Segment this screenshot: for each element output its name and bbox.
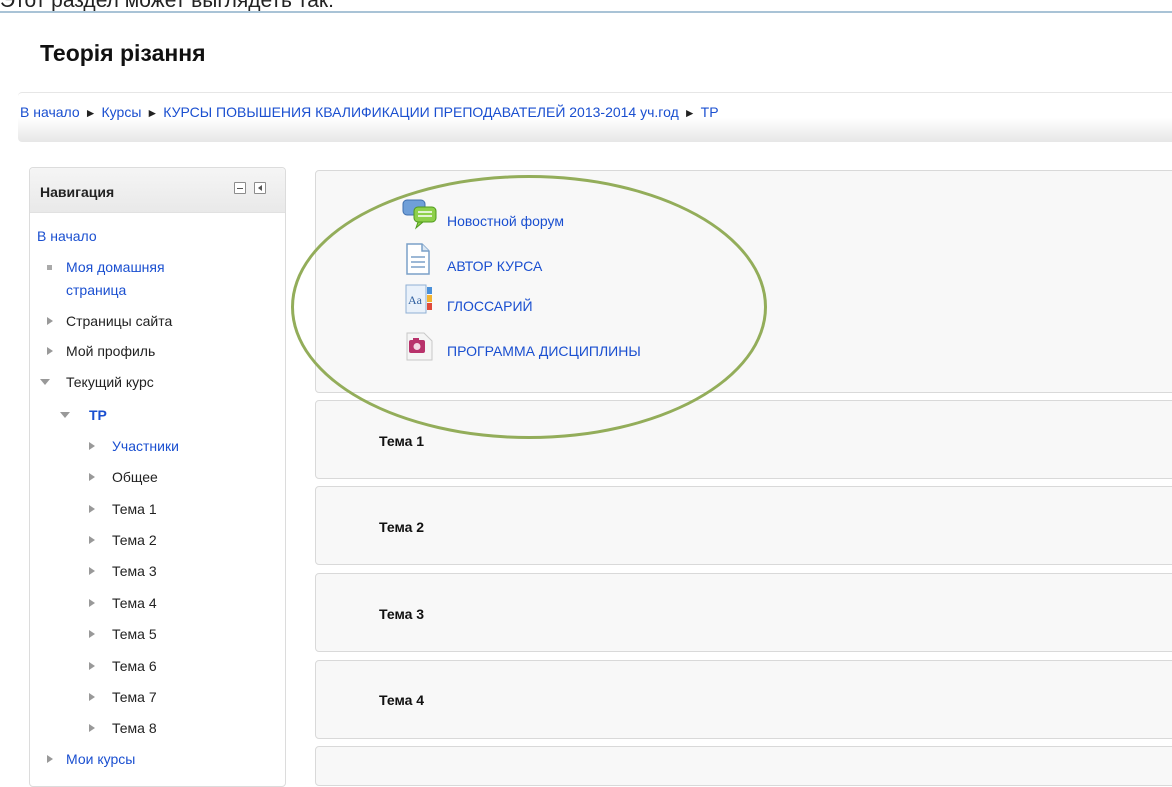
activity-news-forum[interactable]: Новостной форум — [447, 213, 564, 229]
breadcrumb-home[interactable]: В начало — [20, 104, 80, 120]
section-topic-2 — [315, 486, 1172, 565]
nav-topic-6[interactable]: Тема 6 — [112, 657, 157, 675]
nav-general[interactable]: Общее — [112, 468, 158, 486]
section-topic-1 — [315, 400, 1172, 479]
minimize-icon[interactable] — [234, 182, 246, 194]
nav-topic-7[interactable]: Тема 7 — [112, 688, 157, 706]
dock-icon[interactable] — [254, 182, 266, 194]
breadcrumb-category[interactable]: КУРСЫ ПОВЫШЕНИЯ КВАЛИФИКАЦИИ ПРЕПОДАВАТЕ… — [163, 104, 678, 120]
section-title-4: Тема 4 — [379, 692, 425, 708]
nav-site-pages[interactable]: Страницы сайта — [66, 312, 172, 330]
nav-my-home-line2[interactable]: страница — [66, 281, 126, 299]
nav-my-home[interactable]: Моя домашняя — [66, 258, 165, 276]
nav-course-tr[interactable]: ТР — [89, 406, 107, 424]
breadcrumb-separator: ► — [146, 106, 159, 120]
expand-icon[interactable] — [89, 662, 95, 670]
expand-icon[interactable] — [89, 630, 95, 638]
page-icon — [406, 243, 430, 275]
section-title-1: Тема 1 — [379, 433, 425, 449]
nav-my-courses[interactable]: Мои курсы — [66, 750, 135, 768]
expand-icon[interactable] — [89, 505, 95, 513]
nav-my-profile[interactable]: Мой профиль — [66, 342, 155, 360]
section-general — [315, 170, 1172, 393]
caption-divider — [0, 11, 1172, 13]
nav-topic-3[interactable]: Тема 3 — [112, 562, 157, 580]
nav-topic-8[interactable]: Тема 8 — [112, 719, 157, 737]
glossary-icon: Aa — [405, 284, 432, 314]
navigation-header: Навигация — [30, 168, 285, 213]
section-title-2: Тема 2 — [379, 519, 425, 535]
collapse-icon[interactable] — [60, 412, 70, 418]
expand-icon[interactable] — [89, 599, 95, 607]
collapse-icon[interactable] — [40, 379, 50, 385]
breadcrumb-course[interactable]: ТР — [701, 104, 719, 120]
breadcrumb-separator: ► — [683, 106, 696, 120]
breadcrumb-separator: ► — [84, 106, 97, 120]
nav-topic-4[interactable]: Тема 4 — [112, 594, 157, 612]
section-topic-5 — [315, 746, 1172, 786]
expand-icon[interactable] — [47, 755, 53, 763]
nav-participants[interactable]: Участники — [112, 437, 179, 455]
svg-text:Aa: Aa — [408, 293, 423, 307]
page-title: Теорія різання — [40, 40, 206, 66]
nav-topic-5[interactable]: Тема 5 — [112, 625, 157, 643]
file-icon — [406, 332, 433, 361]
nav-current-course[interactable]: Текущий курс — [66, 373, 154, 391]
nav-home[interactable]: В начало — [37, 227, 97, 245]
breadcrumb-courses[interactable]: Курсы — [102, 104, 142, 120]
section-topic-3 — [315, 573, 1172, 652]
activity-course-author[interactable]: АВТОР КУРСА — [447, 258, 542, 274]
section-topic-4 — [315, 660, 1172, 739]
expand-icon[interactable] — [89, 693, 95, 701]
expand-icon[interactable] — [89, 724, 95, 732]
navigation-title: Навигация — [40, 184, 115, 200]
bullet-icon — [47, 265, 52, 270]
forum-icon — [402, 199, 437, 230]
nav-topic-1[interactable]: Тема 1 — [112, 500, 157, 518]
expand-icon[interactable] — [89, 567, 95, 575]
breadcrumb: В начало ► Курсы ► КУРСЫ ПОВЫШЕНИЯ КВАЛИФИКА… — [20, 104, 719, 120]
expand-icon[interactable] — [89, 536, 95, 544]
nav-topic-2[interactable]: Тема 2 — [112, 531, 157, 549]
expand-icon[interactable] — [89, 442, 95, 450]
expand-icon[interactable] — [47, 347, 53, 355]
section-title-3: Тема 3 — [379, 606, 425, 622]
activity-glossary[interactable]: ГЛОССАРИЙ — [447, 298, 533, 314]
expand-icon[interactable] — [89, 473, 95, 481]
expand-icon[interactable] — [47, 317, 53, 325]
activity-program[interactable]: ПРОГРАММА ДИСЦИПЛИНЫ — [447, 343, 641, 359]
